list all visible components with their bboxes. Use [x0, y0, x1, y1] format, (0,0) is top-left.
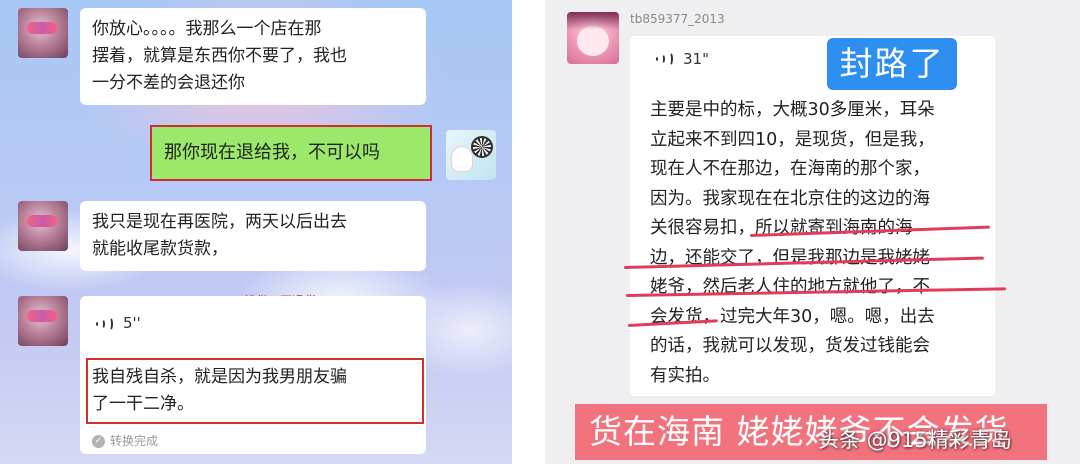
voice-wave-icon	[94, 316, 113, 331]
transcript-line: 有实拍。	[650, 365, 720, 386]
contact-avatar[interactable]	[18, 201, 68, 251]
transcript-line: 的话，我就可以发现，货发过钱能会	[650, 336, 930, 356]
transcript-line: 现在人不在那边，在海南的那个家，	[650, 159, 930, 179]
self-avatar[interactable]	[446, 130, 496, 180]
bunny-figure-icon	[451, 146, 473, 172]
transcript-line: 因为。我家现在在北京住的这边的海	[650, 188, 930, 209]
left-chat-screenshot: 你放心。。。。我那么一个店在那 摆着，就算是东西你不要了，我也 一分不差的会退还…	[0, 0, 512, 464]
transcript-line: 会发货，过完大年30，嗯。嗯，出去	[650, 306, 935, 327]
panel-divider	[512, 0, 545, 464]
message-bubble[interactable]: 你放心。。。。我那么一个店在那 摆着，就算是东西你不要了，我也 一分不差的会退还…	[80, 8, 426, 105]
transcript-status: ✓ 转换完成	[92, 428, 158, 455]
contact-avatar[interactable]	[18, 296, 68, 346]
voice-wave-icon	[654, 52, 673, 66]
voice-transcript: 主要是中的标，大概30多厘米，耳朵 立起来不到四10，是现货，但是我， 现在人不…	[650, 96, 980, 391]
watermark: 头条 @915精彩青岛	[818, 428, 1012, 452]
transcript-line: 立起来不到四10，是现货，但是我，	[650, 129, 935, 150]
message-line: 就能收尾款货款，	[92, 239, 228, 259]
message-line: 我只是现在再医院，两天以后出去	[92, 212, 347, 232]
check-icon: ✓	[92, 435, 105, 448]
voice-play-button[interactable]: 31"	[654, 50, 709, 68]
overlay-caption-badge: 封路了	[827, 38, 957, 90]
red-highlight-frame	[150, 125, 432, 181]
message-bubble[interactable]: 我只是现在再医院，两天以后出去 就能收尾款货款，	[80, 201, 426, 271]
dartboard-icon	[471, 136, 493, 158]
red-highlight-frame	[86, 358, 424, 424]
contact-avatar[interactable]	[18, 8, 68, 58]
right-chat-screenshot: tb859377_2013 31" 主要是中的标，大概30多厘米，耳朵 立起来不…	[545, 0, 1080, 464]
message-line: 你放心。。。。我那么一个店在那	[92, 19, 322, 39]
voice-message-card[interactable]: 31" 主要是中的标，大概30多厘米，耳朵 立起来不到四10，是现货，但是我， …	[623, 36, 1006, 396]
message-line: 一分不差的会退还你	[92, 73, 245, 93]
voice-play-button[interactable]: 5''	[94, 310, 141, 337]
transcript-line: 主要是中的标，大概30多厘米，耳朵	[650, 100, 935, 120]
contact-username: tb859377_2013	[630, 12, 725, 26]
transcript-status-label: 转换完成	[110, 434, 159, 448]
voice-duration: 31"	[683, 50, 709, 68]
contact-avatar[interactable]	[567, 12, 619, 64]
message-line: 摆着，就算是东西你不要了，我也	[92, 46, 347, 66]
voice-duration: 5''	[123, 314, 141, 332]
